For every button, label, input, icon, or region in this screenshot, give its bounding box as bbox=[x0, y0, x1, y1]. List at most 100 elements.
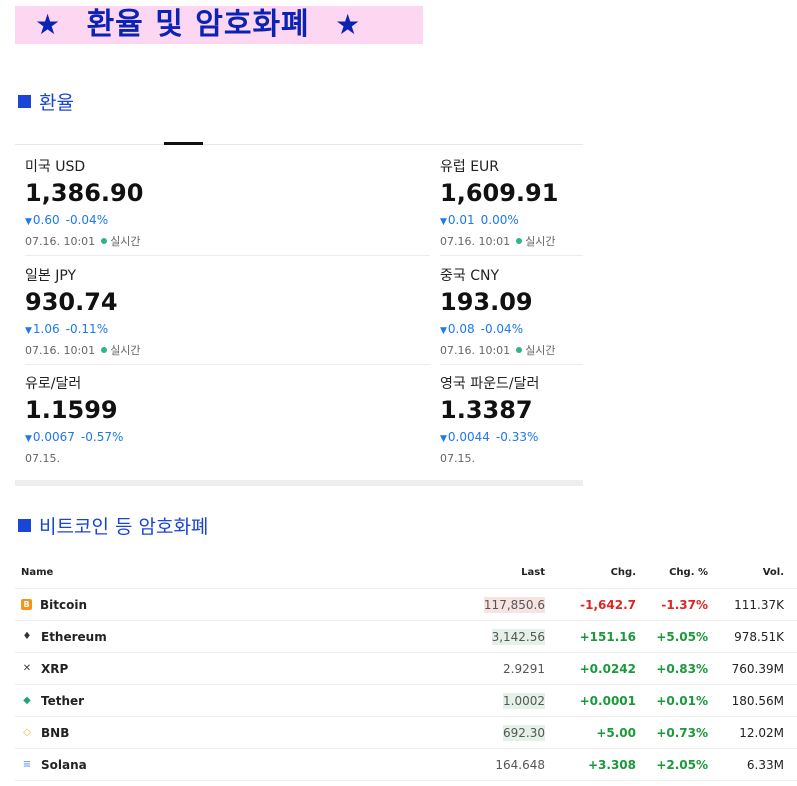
fx-change-amount: 0.0067 bbox=[32, 430, 75, 444]
fx-panel-footer bbox=[15, 480, 583, 486]
fx-card[interactable]: 미국 USD 1,386.90 ▼0.60 -0.04% 07.16. 10:01 실시간 bbox=[25, 158, 245, 266]
fx-timestamp: 07.15. bbox=[25, 451, 245, 467]
fx-panel: 미국 USD 1,386.90 ▼0.60 -0.04% 07.16. 10:01 실시간… bbox=[15, 128, 583, 486]
fx-change-amount: 0.08 bbox=[447, 322, 475, 336]
realtime-dot-icon bbox=[516, 238, 523, 244]
ethereum-icon: ♦ bbox=[22, 631, 32, 642]
fx-rate-value: 930.74 bbox=[25, 288, 118, 316]
square-bullet-icon bbox=[18, 519, 31, 532]
realtime-dot-icon bbox=[516, 347, 523, 353]
crypto-row[interactable]: B Bitcoin 117,850.6 -1,642.7 -1.37% 111.37K bbox=[15, 589, 797, 621]
fx-change-percent: -0.11% bbox=[65, 322, 109, 336]
crypto-row[interactable]: ◆ Tether 1.0002 +0.0001 +0.01% 180.56M bbox=[15, 685, 797, 717]
fx-card[interactable]: 중국 CNY 193.09 ▼0.08 -0.04% 07.16. 10:01 실시간 bbox=[440, 267, 660, 375]
crypto-name-link[interactable]: Bitcoin bbox=[40, 598, 87, 612]
col-header-last[interactable]: Last bbox=[521, 556, 545, 588]
col-header-chg[interactable]: Chg. bbox=[611, 556, 636, 588]
crypto-last-value: 2.9291 bbox=[503, 660, 545, 677]
fx-currency-name: 유럽 EUR bbox=[440, 159, 500, 175]
col-header-chg-pct[interactable]: Chg. % bbox=[669, 556, 708, 588]
fx-card[interactable]: 유로/달러 1.1599 ▼0.0067 -0.57% 07.15. bbox=[25, 375, 245, 483]
crypto-volume-cell: 12.02M bbox=[739, 725, 784, 740]
crypto-name-link[interactable]: BNB bbox=[41, 726, 69, 740]
fx-timestamp: 07.16. 10:01 실시간 bbox=[25, 343, 245, 359]
crypto-name-link[interactable]: Tether bbox=[41, 694, 84, 708]
crypto-last-value: 3,142.56 bbox=[491, 628, 545, 645]
fx-timestamp: 07.16. 10:01 실시간 bbox=[25, 234, 245, 250]
crypto-name-link[interactable]: Ethereum bbox=[41, 630, 107, 644]
realtime-dot-icon bbox=[101, 238, 108, 244]
crypto-change-cell: +0.0001 bbox=[579, 693, 636, 708]
crypto-last-value: 692.30 bbox=[503, 724, 545, 741]
fx-date: 07.15. bbox=[440, 452, 475, 465]
crypto-volume-cell: 760.39M bbox=[731, 661, 784, 676]
fx-active-tab-indicator[interactable] bbox=[164, 142, 203, 145]
fx-rate-value: 1.3387 bbox=[440, 396, 533, 424]
crypto-change-cell: +3.308 bbox=[587, 757, 636, 772]
fx-card[interactable]: 영국 파운드/달러 1.3387 ▼0.0044 -0.33% 07.15. bbox=[440, 375, 660, 483]
fx-currency-name: 일본 JPY bbox=[25, 268, 77, 284]
fx-date: 07.16. 10:01 bbox=[440, 235, 511, 248]
fx-card[interactable]: 유럽 EUR 1,609.91 ▼0.01 0.00% 07.16. 10:01 실시간 bbox=[440, 158, 660, 266]
crypto-change-cell: -1,642.7 bbox=[580, 597, 636, 612]
crypto-change-pct-cell: +0.73% bbox=[656, 725, 708, 740]
fx-rate-value: 1.1599 bbox=[25, 396, 118, 424]
fx-realtime-label: 실시간 bbox=[525, 344, 556, 357]
crypto-last-cell: 3,142.56 bbox=[491, 621, 545, 652]
fx-date: 07.15. bbox=[25, 452, 60, 465]
crypto-change-pct-cell: +5.05% bbox=[656, 629, 708, 644]
crypto-name-cell: B Bitcoin bbox=[21, 589, 87, 620]
page-banner: ★ 환율 및 암호화폐 ★ bbox=[15, 6, 423, 44]
fx-realtime-label: 실시간 bbox=[110, 235, 141, 248]
crypto-name-cell: ♦ Ethereum bbox=[21, 621, 107, 652]
fx-date: 07.16. 10:01 bbox=[440, 344, 511, 357]
down-arrow-icon: ▼ bbox=[440, 434, 447, 444]
fx-card[interactable]: 일본 JPY 930.74 ▼1.06 -0.11% 07.16. 10:01 실시간 bbox=[25, 267, 245, 375]
crypto-section-title: 비트코인 등 암호화폐 bbox=[18, 512, 208, 539]
crypto-change-cell: +151.16 bbox=[579, 629, 636, 644]
fx-change-amount: 0.60 bbox=[32, 213, 60, 227]
crypto-name-cell: ◇ BNB bbox=[21, 717, 69, 748]
crypto-last-cell: 2.9291 bbox=[503, 653, 545, 684]
fx-row-divider bbox=[440, 255, 583, 256]
crypto-last-cell: 692.30 bbox=[503, 717, 545, 748]
fx-realtime-label: 실시간 bbox=[525, 235, 556, 248]
fx-change: ▼0.0044 -0.33% bbox=[440, 429, 660, 447]
crypto-change-cell: +5.00 bbox=[596, 725, 636, 740]
fx-rate-value: 1,609.91 bbox=[440, 179, 559, 207]
crypto-name-link[interactable]: Solana bbox=[41, 758, 87, 772]
crypto-change-pct-cell: +2.05% bbox=[656, 757, 708, 772]
col-header-name[interactable]: Name bbox=[21, 556, 53, 588]
fx-change: ▼0.60 -0.04% bbox=[25, 212, 245, 230]
crypto-row[interactable]: ✕ XRP 2.9291 +0.0242 +0.83% 760.39M bbox=[15, 653, 797, 685]
bnb-icon: ◇ bbox=[23, 727, 31, 738]
crypto-name-link[interactable]: XRP bbox=[41, 662, 68, 676]
banner-title: 환율 및 암호화폐 bbox=[86, 7, 310, 42]
crypto-volume-cell: 180.56M bbox=[731, 693, 784, 708]
down-arrow-icon: ▼ bbox=[440, 326, 447, 336]
tether-icon: ◆ bbox=[23, 695, 31, 706]
star-left-icon: ★ bbox=[35, 8, 62, 41]
fx-change-percent: -0.04% bbox=[480, 322, 524, 336]
crypto-row[interactable]: ◇ BNB 692.30 +5.00 +0.73% 12.02M bbox=[15, 717, 797, 749]
fx-currency-name: 중국 CNY bbox=[440, 268, 500, 284]
crypto-last-cell: 1.0002 bbox=[503, 685, 545, 716]
down-arrow-icon: ▼ bbox=[25, 434, 32, 444]
fx-timestamp: 07.16. 10:01 실시간 bbox=[440, 343, 660, 359]
crypto-change-pct-cell: +0.01% bbox=[656, 693, 708, 708]
fx-change-amount: 1.06 bbox=[32, 322, 60, 336]
crypto-name-cell: ≡ Solana bbox=[21, 749, 87, 780]
realtime-dot-icon bbox=[101, 347, 108, 353]
star-right-icon: ★ bbox=[335, 8, 362, 41]
col-header-vol[interactable]: Vol. bbox=[763, 556, 784, 588]
crypto-section-label: 비트코인 등 암호화폐 bbox=[39, 516, 209, 538]
crypto-row[interactable]: ♦ Ethereum 3,142.56 +151.16 +5.05% 978.51K bbox=[15, 621, 797, 653]
crypto-last-value: 1.0002 bbox=[503, 692, 545, 709]
down-arrow-icon: ▼ bbox=[440, 217, 447, 227]
crypto-name-cell: ◆ Tether bbox=[21, 685, 84, 716]
crypto-change-pct-cell: -1.37% bbox=[661, 597, 708, 612]
fx-row-divider bbox=[440, 364, 583, 365]
crypto-last-value: 117,850.6 bbox=[483, 596, 545, 613]
crypto-row[interactable]: ≡ Solana 164.648 +3.308 +2.05% 6.33M bbox=[15, 749, 797, 781]
fx-change-amount: 0.0044 bbox=[447, 430, 490, 444]
